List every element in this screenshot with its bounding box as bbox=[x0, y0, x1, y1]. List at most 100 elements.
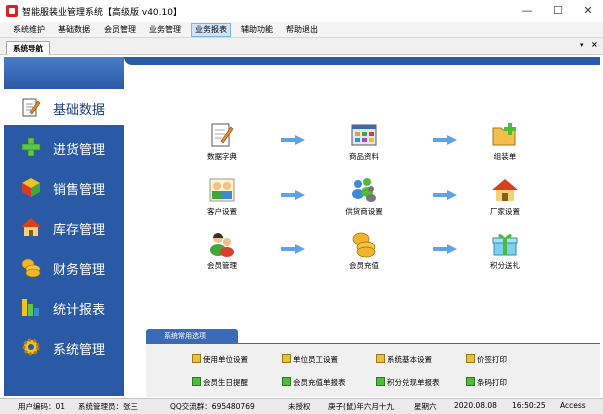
status-bar: 用户编码：01 系统管理员：张三 QQ交流群：695480769 未授权 庚子(… bbox=[0, 398, 603, 414]
arrow-right-icon bbox=[433, 135, 457, 145]
function-label: 会员充值 bbox=[349, 261, 379, 270]
cube-icon bbox=[22, 178, 40, 197]
common-options-tab[interactable]: 系统常用选项 bbox=[146, 329, 238, 343]
function-data-dictionary[interactable]: 数据字典 bbox=[192, 121, 252, 162]
app-icon bbox=[6, 5, 18, 17]
sidebar-header bbox=[4, 57, 124, 87]
sidebar-item-statistics[interactable]: 统计报表 bbox=[4, 287, 124, 327]
function-supplier-settings[interactable]: 供货商设置 bbox=[334, 176, 394, 217]
menu-business-management[interactable]: 业务管理 bbox=[146, 23, 184, 37]
plus-icon bbox=[21, 137, 41, 157]
arrow-right-icon bbox=[281, 135, 305, 145]
arrow-right-icon bbox=[433, 244, 457, 254]
menu-member-management[interactable]: 会员管理 bbox=[101, 23, 139, 37]
sidebar-item-label: 销售管理 bbox=[53, 183, 106, 198]
window-title: 智能服装业管理系统【高级版 v40.10】 bbox=[22, 8, 182, 18]
menu-basic-data[interactable]: 基础数据 bbox=[55, 23, 93, 37]
report-icon bbox=[466, 377, 475, 386]
menu-system-maintenance[interactable]: 系统维护 bbox=[10, 23, 48, 37]
title-bar: 智能服装业管理系统【高级版 v40.10】 — ☐ ✕ bbox=[0, 0, 603, 22]
function-label: 数据字典 bbox=[207, 152, 237, 161]
tab-strip: 系统导航 ▾ × bbox=[0, 38, 603, 55]
function-member-management[interactable]: 会员管理 bbox=[192, 230, 252, 271]
status-database: Access bbox=[560, 401, 586, 410]
customers-icon bbox=[209, 178, 235, 202]
function-points-gift[interactable]: 积分送礼 bbox=[475, 230, 535, 271]
function-label: 商品资料 bbox=[349, 152, 379, 161]
setting-icon bbox=[466, 354, 475, 363]
status-user-code: 用户编码：01 bbox=[18, 402, 66, 411]
goods-window-icon bbox=[351, 124, 377, 146]
suppliers-icon bbox=[352, 178, 376, 202]
report-icon bbox=[192, 377, 201, 386]
gear-icon bbox=[22, 338, 40, 356]
report-icon bbox=[282, 377, 291, 386]
function-assembly-order[interactable]: 组装单 bbox=[475, 121, 535, 162]
link-unit-settings[interactable]: 使用单位设置 bbox=[192, 354, 248, 365]
maximize-button[interactable]: ☐ bbox=[543, 0, 573, 22]
menu-auxiliary-functions[interactable]: 辅助功能 bbox=[238, 23, 276, 37]
link-points-report[interactable]: 积分兑现单报表 bbox=[376, 377, 440, 388]
link-birthday-reminder[interactable]: 会员生日提醒 bbox=[192, 377, 248, 388]
arrow-right-icon bbox=[281, 244, 305, 254]
function-label: 供货商设置 bbox=[345, 207, 383, 216]
sidebar-item-label: 库存管理 bbox=[53, 223, 106, 238]
status-lunar-date: 庚子(鼠)年六月十九 bbox=[328, 402, 394, 411]
sidebar-item-inventory[interactable]: 库存管理 bbox=[4, 207, 124, 247]
setting-icon bbox=[192, 354, 201, 363]
function-goods-info[interactable]: 商品资料 bbox=[334, 121, 394, 162]
sidebar-item-label: 财务管理 bbox=[53, 263, 106, 278]
coins-icon bbox=[352, 232, 376, 258]
sidebar-item-label: 基础数据 bbox=[53, 103, 106, 118]
link-barcode-print[interactable]: 条码打印 bbox=[466, 377, 507, 388]
link-system-settings[interactable]: 系统基本设置 bbox=[376, 354, 432, 365]
main-top-band bbox=[124, 57, 600, 65]
tab-system-navigation[interactable]: 系统导航 bbox=[6, 41, 50, 55]
common-options-panel: 系统常用选项 使用单位设置 单位员工设置 系统基本设置 价签打印 会员生日提醒 … bbox=[146, 329, 600, 397]
close-button[interactable]: ✕ bbox=[573, 0, 603, 22]
tab-close-icon[interactable]: × bbox=[591, 40, 598, 49]
members-icon bbox=[210, 233, 234, 257]
tab-dropdown-icon[interactable]: ▾ bbox=[580, 41, 584, 49]
sidebar: 基础数据 进货管理 销售管理 库存管理 财务管理 统计报表 系统管理 bbox=[4, 57, 124, 396]
function-label: 客户设置 bbox=[207, 207, 237, 216]
sidebar-item-sales[interactable]: 销售管理 bbox=[4, 167, 124, 207]
function-customer-settings[interactable]: 客户设置 bbox=[192, 176, 252, 217]
function-label: 组装单 bbox=[493, 152, 517, 161]
menu-business-reports[interactable]: 业务报表 bbox=[191, 23, 231, 37]
menu-bar: 系统维护 基础数据 会员管理 业务管理 业务报表 辅助功能 帮助退出 bbox=[0, 22, 603, 38]
sidebar-item-system[interactable]: 系统管理 bbox=[4, 327, 124, 367]
function-label: 厂家设置 bbox=[490, 207, 520, 216]
arrow-right-icon bbox=[281, 190, 305, 200]
setting-icon bbox=[376, 354, 385, 363]
status-admin: 系统管理员：张三 bbox=[78, 402, 138, 411]
menu-help-exit[interactable]: 帮助退出 bbox=[283, 23, 321, 37]
setting-icon bbox=[282, 354, 291, 363]
sidebar-item-purchase[interactable]: 进货管理 bbox=[4, 127, 124, 167]
sidebar-item-label: 进货管理 bbox=[53, 143, 106, 158]
status-time: 16:50:25 bbox=[512, 401, 546, 410]
sidebar-item-finance[interactable]: 财务管理 bbox=[4, 247, 124, 287]
link-price-tag-print[interactable]: 价签打印 bbox=[466, 354, 507, 365]
folder-add-icon bbox=[492, 123, 516, 146]
link-recharge-report[interactable]: 会员充值单报表 bbox=[282, 377, 346, 388]
house-icon bbox=[21, 218, 41, 236]
sidebar-item-label: 统计报表 bbox=[53, 303, 106, 318]
link-staff-settings[interactable]: 单位员工设置 bbox=[282, 354, 338, 365]
function-label: 积分送礼 bbox=[490, 261, 520, 270]
function-member-recharge[interactable]: 会员充值 bbox=[334, 230, 394, 271]
sidebar-item-label: 系统管理 bbox=[53, 343, 106, 358]
status-license: 未授权 bbox=[288, 402, 311, 411]
status-weekday: 星期六 bbox=[414, 402, 437, 411]
edit-document-icon bbox=[22, 98, 41, 117]
report-icon bbox=[376, 377, 385, 386]
gift-icon bbox=[492, 234, 518, 256]
function-manufacturer-settings[interactable]: 厂家设置 bbox=[475, 176, 535, 217]
sidebar-item-basic-data[interactable]: 基础数据 bbox=[4, 87, 124, 127]
dictionary-icon bbox=[211, 123, 234, 147]
status-qq-group: QQ交流群：695480769 bbox=[170, 402, 255, 411]
coins-icon bbox=[21, 258, 41, 278]
status-date: 2020.08.08 bbox=[454, 401, 497, 410]
minimize-button[interactable]: — bbox=[512, 0, 542, 22]
factory-house-icon bbox=[492, 179, 518, 201]
